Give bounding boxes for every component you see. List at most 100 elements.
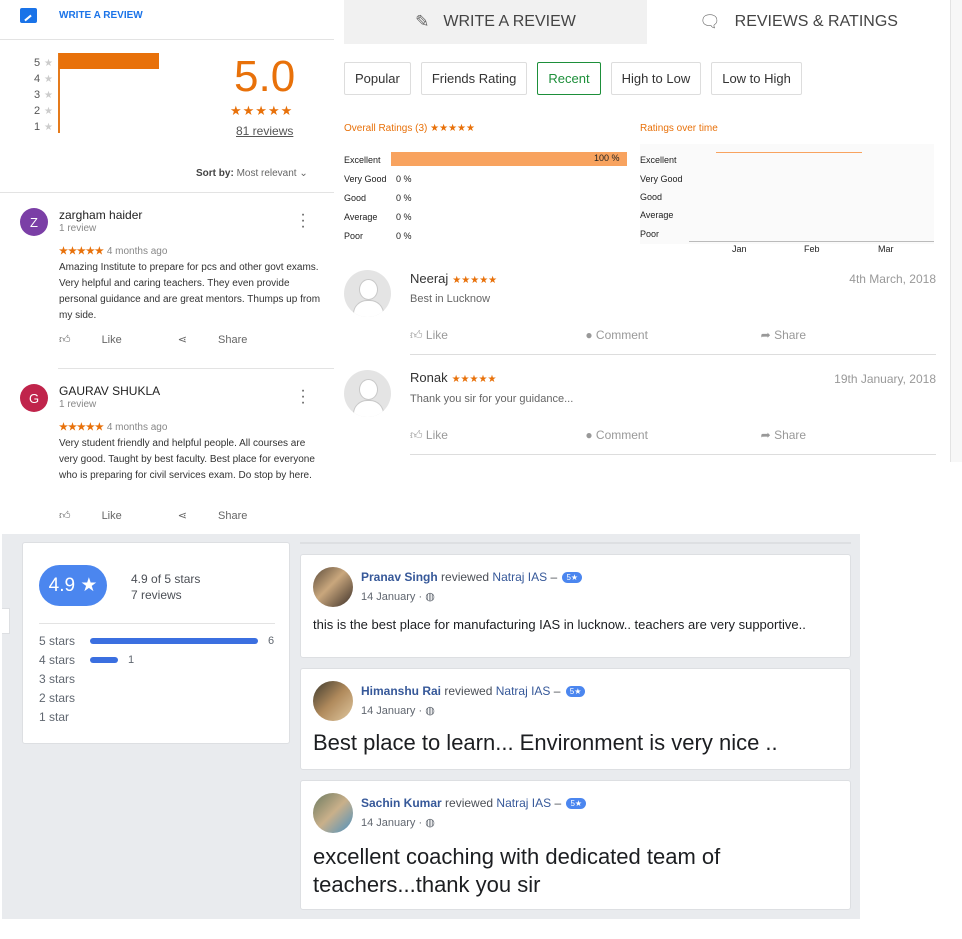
google-reviews-panel: WRITE A REVIEW 5 ★ 4 ★ 3 ★ 2 ★ 1 ★ 5.0 ★★★★★ … [0, 0, 334, 540]
avatar [344, 270, 391, 317]
more-options-icon[interactable]: · · · [298, 207, 308, 235]
sort-dropdown[interactable]: Sort by: Most relevant ⌄ [196, 168, 308, 179]
breakdown-percent: 0 % [396, 192, 412, 203]
avatar [344, 370, 391, 417]
row-number: 2 [34, 105, 41, 117]
breakdown-row: Average 0 % [344, 207, 412, 226]
post-header: Himanshu Rai reviewed Natraj IAS – 5★ [361, 684, 586, 698]
reviewer-name[interactable]: Ronak ★★★★★ [410, 370, 496, 385]
like-button[interactable]: 👍︎ Like [59, 333, 150, 346]
review-actions: 👍︎ Like ● Comment ➦ Share [410, 428, 936, 443]
distribution-label: 2 stars [39, 690, 76, 705]
star-icon: ★ [44, 57, 53, 69]
review-age: 4 months ago [106, 422, 168, 433]
rating-badge: 5★ [566, 798, 587, 810]
page-name[interactable]: Natraj IAS [496, 796, 551, 810]
like-label: Like [101, 510, 122, 522]
avatar[interactable] [313, 681, 353, 721]
page-name[interactable]: Natraj IAS [496, 684, 551, 698]
post-verb: reviewed [444, 684, 493, 698]
average-stars: ★★★★★ [230, 103, 294, 118]
avatar[interactable] [313, 567, 353, 607]
share-label: Share [218, 510, 248, 522]
star-icon: ★ [44, 121, 53, 133]
like-button[interactable]: 👍︎ Like [410, 428, 585, 443]
avatar[interactable]: Z [20, 208, 48, 236]
tab-label: REVIEWS & RATINGS [734, 13, 898, 30]
scrollbar[interactable] [950, 0, 962, 462]
excellent-percent: 100 % [594, 153, 620, 163]
breakdown-row: Good 0 % [344, 188, 412, 207]
chart-y-label: Poor [640, 229, 660, 239]
overall-ratings-title: Overall Ratings (3) ★★★★★ [344, 123, 475, 134]
share-label: Share [774, 428, 807, 442]
comment-label: Comment [595, 328, 648, 342]
comment-button[interactable]: ● Comment [585, 428, 760, 443]
divider [410, 354, 936, 355]
rating-histogram: 5 ★ 4 ★ 3 ★ 2 ★ 1 ★ [34, 55, 55, 135]
divider [410, 454, 936, 455]
more-options-icon[interactable]: · · · [298, 383, 308, 411]
row-number: 3 [34, 89, 41, 101]
reviewer-name[interactable]: Sachin Kumar [361, 796, 442, 810]
like-button[interactable]: 👍︎ Like [59, 509, 150, 522]
review-item: Ronak ★★★★★ 19th January, 2018 Thank you … [344, 366, 950, 458]
post-verb: reviewed [445, 796, 494, 810]
chevron-down-icon: ⌄ [299, 168, 308, 179]
reviewer-name[interactable]: Himanshu Rai [361, 684, 441, 698]
breakdown-row: Excellent [344, 150, 392, 169]
tab-write-review[interactable]: ✎ WRITE A REVIEW [344, 0, 647, 44]
avatar[interactable] [313, 793, 353, 833]
distribution-row: 1 star [39, 707, 90, 726]
filter-low-to-high[interactable]: Low to High [711, 62, 802, 95]
breakdown-label: Very Good [344, 173, 387, 184]
post-verb: reviewed [441, 570, 490, 584]
share-button[interactable]: ⋖ Share [178, 333, 276, 346]
chart-y-label: Very Good [640, 174, 683, 184]
like-label: Like [101, 334, 122, 346]
write-review-link[interactable]: WRITE A REVIEW [20, 8, 143, 23]
breakdown-label: Poor [344, 230, 364, 241]
tab-bar: ✎ WRITE A REVIEW 🗨︎ REVIEWS & RATINGS [344, 0, 950, 44]
reviewer-name[interactable]: GAURAV SHUKLA [59, 384, 160, 398]
review-item: G GAURAV SHUKLA 1 review · · · ★★★★★ 4 mont… [0, 368, 334, 540]
avatar[interactable]: G [20, 384, 48, 412]
tab-reviews-ratings[interactable]: 🗨︎ REVIEWS & RATINGS [647, 0, 950, 44]
post-header: Sachin Kumar reviewed Natraj IAS – 5★ [361, 796, 587, 810]
left-edge-card [2, 608, 10, 634]
review-stars: ★★★★★ [451, 374, 497, 385]
post-date[interactable]: 14 January · ◍ [361, 704, 435, 717]
breakdown-percent: 0 % [396, 230, 412, 241]
star-icon: ★ [44, 89, 53, 101]
page-name[interactable]: Natraj IAS [492, 570, 547, 584]
filter-recent[interactable]: Recent [537, 62, 601, 95]
share-icon: ➦ [760, 428, 771, 442]
reviewer-name[interactable]: Pranav Singh [361, 570, 438, 584]
post-date[interactable]: 14 January · ◍ [361, 816, 435, 829]
comment-icon: ● [585, 328, 593, 342]
share-button[interactable]: ⋖ Share [178, 509, 276, 522]
feed-top-border [300, 542, 851, 544]
thumbs-up-icon: 👍︎ [59, 334, 71, 346]
filter-friends-rating[interactable]: Friends Rating [420, 62, 528, 95]
share-icon: ⋖ [177, 510, 187, 522]
distribution-label: 4 stars [39, 652, 76, 667]
ratings-trend-line [716, 152, 862, 153]
filter-high-to-low[interactable]: High to Low [610, 62, 702, 95]
like-button[interactable]: 👍︎ Like [410, 328, 585, 343]
share-button[interactable]: ➦ Share [761, 328, 936, 343]
post-date[interactable]: 14 January · ◍ [361, 590, 435, 603]
distribution-count: 1 [128, 653, 135, 666]
rating-badge: 5★ [562, 572, 583, 584]
reviewer-name[interactable]: zargham haider [59, 208, 142, 222]
comment-icon: ● [585, 428, 593, 442]
review-count-link[interactable]: 81 reviews [236, 124, 293, 138]
comment-button[interactable]: ● Comment [585, 328, 760, 343]
reviewer-name[interactable]: Neeraj ★★★★★ [410, 271, 497, 286]
review-date: 4th March, 2018 [849, 272, 936, 286]
distribution-row: 3 stars [39, 669, 90, 688]
histogram-row-4: 4 ★ [34, 71, 55, 87]
filter-popular[interactable]: Popular [344, 62, 411, 95]
review-text: Thank you sir for your guidance... [410, 393, 574, 405]
share-button[interactable]: ➦ Share [761, 428, 936, 443]
